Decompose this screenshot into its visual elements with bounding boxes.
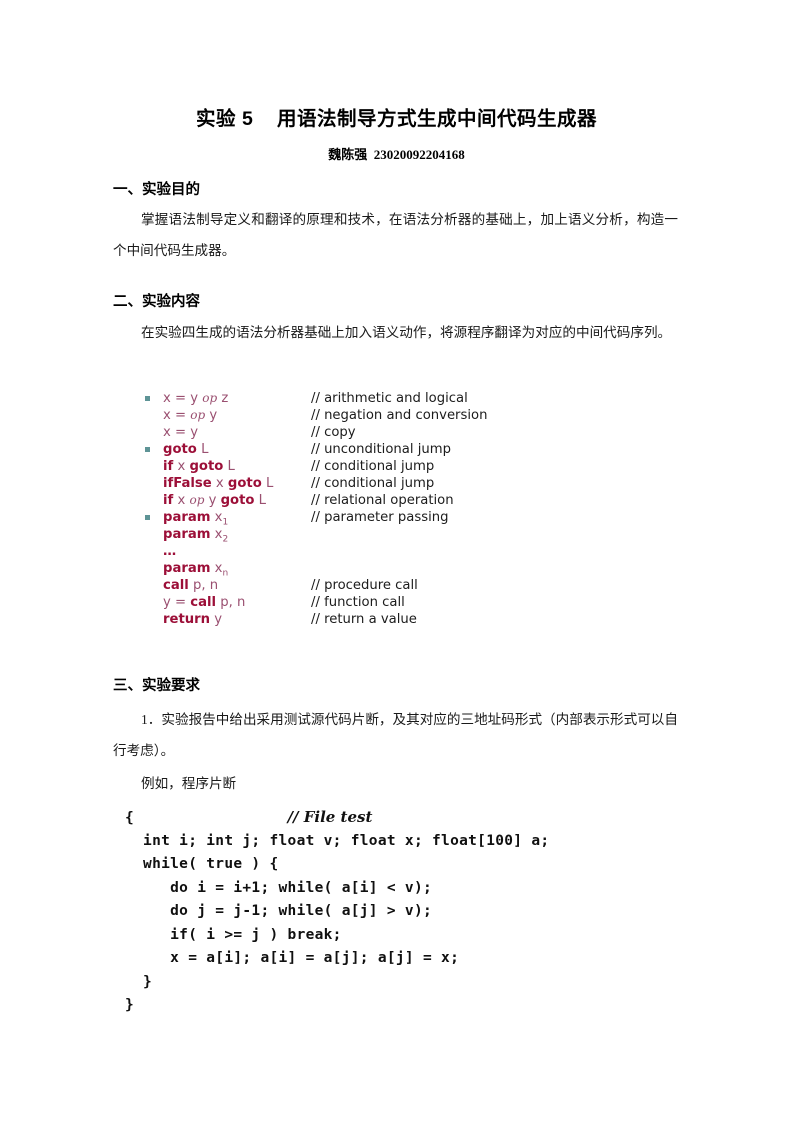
listing-comment: // return a value: [311, 612, 417, 627]
listing-instruction: call p, n: [163, 578, 219, 593]
listing-instruction: if x op y goto L: [163, 493, 266, 508]
bullet-icon: [145, 515, 150, 520]
listing-comment: // negation and conversion: [311, 408, 488, 423]
page-title: 实验 5 用语法制导方式生成中间代码生成器: [196, 108, 597, 130]
requirement-item-1: 1．实验报告中给出采用测试源代码片断，及其对应的三地址码形式（内部表示形式可以自…: [113, 712, 678, 758]
listing-comment: // conditional jump: [311, 459, 435, 474]
listing-comment: // parameter passing: [311, 510, 449, 525]
listing-instruction: ifFalse x goto L: [163, 476, 274, 491]
program-fragment-line: do j = j-1; while( a[j] > v);: [125, 903, 433, 919]
bullet-icon: [145, 447, 150, 452]
listing-instruction: x = y: [163, 425, 199, 440]
section-content-paragraph: 在实验四生成的语法分析器基础上加入语义动作，将源程序翻译为对应的中间代码序列。: [141, 325, 672, 340]
program-fragment-line: }: [125, 973, 153, 990]
section-heading-purpose: 一、实验目的: [113, 182, 200, 198]
program-fragment-line: if( i >= j ) break;: [125, 926, 342, 943]
example-lead-in: 例如，程序片断: [141, 776, 237, 791]
listing-instruction: x = op y: [163, 408, 218, 423]
document-page: 实验 5 用语法制导方式生成中间代码生成器 魏陈强 23020092204168…: [0, 0, 793, 1122]
listing-comment: // function call: [311, 595, 405, 610]
listing-comment: // relational operation: [311, 493, 454, 508]
author-byline: 魏陈强 23020092204168: [328, 147, 465, 162]
bullet-icon: [145, 396, 150, 401]
section-heading-requirements: 三、实验要求: [113, 678, 200, 694]
program-fragment-line: { // File test: [125, 808, 373, 826]
listing-comment: // unconditional jump: [311, 442, 451, 457]
program-fragment-line: while( true ) {: [125, 856, 279, 872]
program-fragment-code-block: { // File test int i; int j; float v; fl…: [125, 806, 549, 1018]
section-heading-content: 二、实验内容: [113, 294, 200, 310]
program-fragment-line: do i = i+1; while( a[i] < v);: [125, 879, 433, 896]
listing-comment: // arithmetic and logical: [311, 391, 468, 406]
listing-instruction: return y: [163, 612, 223, 627]
listing-comment: // copy: [311, 425, 356, 440]
listing-instruction: if x goto L: [163, 459, 235, 474]
listing-comment: // conditional jump: [311, 476, 435, 491]
section-purpose-paragraph: 掌握语法制导定义和翻译的原理和技术，在语法分析器的基础上，加上语义分析，构造一个…: [113, 212, 678, 258]
program-fragment-line: }: [125, 997, 135, 1013]
program-fragment-line: int i; int j; float v; float x; float[10…: [125, 832, 550, 849]
listing-comment: // procedure call: [311, 578, 418, 593]
program-fragment-line: x = a[i]; a[i] = a[j]; a[j] = x;: [125, 950, 460, 966]
listing-instruction: goto L: [163, 442, 209, 457]
listing-instruction: x = y op z: [163, 391, 229, 406]
listing-instruction: y = call p, n: [163, 595, 246, 610]
listing-instruction: …: [163, 544, 178, 559]
